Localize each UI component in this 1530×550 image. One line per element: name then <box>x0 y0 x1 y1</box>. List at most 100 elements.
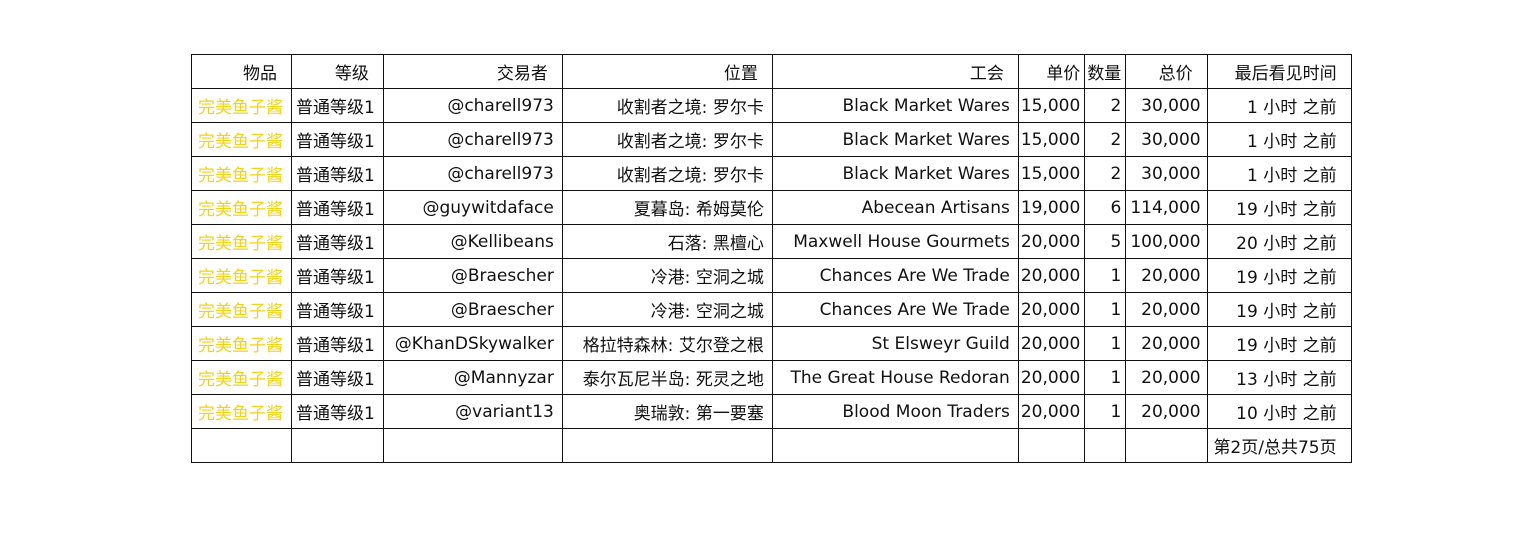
trader-cell[interactable]: @Braescher <box>382 258 563 293</box>
total-price-cell: 20,000 <box>1125 394 1208 429</box>
last-seen-cell: 19 小时 之前 <box>1206 190 1352 225</box>
total-price-cell: 20,000 <box>1125 292 1208 327</box>
item-name-cell[interactable]: 完美鱼子酱 <box>191 292 292 327</box>
location-cell: 奥瑞敦: 第一要塞 <box>561 394 773 429</box>
quantity-cell: 1 <box>1084 394 1127 429</box>
level-cell: 普通等级1 <box>291 292 384 327</box>
header-total-price: 总价 <box>1125 54 1208 89</box>
location-cell: 泰尔瓦尼半岛: 死灵之地 <box>561 360 773 395</box>
table-row: 完美鱼子酱 普通等级1 @Braescher 冷港: 空洞之城 Chances Are … <box>191 258 1352 293</box>
guild-cell: Blood Moon Traders <box>771 394 1019 429</box>
table-row: 完美鱼子酱 普通等级1 @Braescher 冷港: 空洞之城 Chances Are … <box>191 292 1352 327</box>
item-name-cell[interactable]: 完美鱼子酱 <box>191 122 292 157</box>
trader-cell[interactable]: @Braescher <box>382 292 563 327</box>
location-cell: 冷港: 空洞之城 <box>561 292 773 327</box>
table-row: 完美鱼子酱 普通等级1 @Mannyzar 泰尔瓦尼半岛: 死灵之地 The Great… <box>191 360 1352 395</box>
unit-price-cell: 20,000 <box>1017 224 1086 259</box>
header-level: 等级 <box>291 54 384 89</box>
empty-cell <box>191 428 292 463</box>
table-row: 完美鱼子酱 普通等级1 @guywitdaface 夏暮岛: 希姆莫伦 Abecean … <box>191 190 1352 225</box>
level-cell: 普通等级1 <box>291 224 384 259</box>
guild-cell: Black Market Wares <box>771 156 1019 191</box>
trader-cell[interactable]: @charell973 <box>382 122 563 157</box>
last-seen-cell: 1 小时 之前 <box>1206 122 1352 157</box>
last-seen-cell: 1 小时 之前 <box>1206 88 1352 123</box>
item-name-cell[interactable]: 完美鱼子酱 <box>191 88 292 123</box>
level-cell: 普通等级1 <box>291 258 384 293</box>
table-body: 完美鱼子酱 普通等级1 @charell973 收割者之境: 罗尔卡 Black Mar… <box>191 88 1352 429</box>
empty-cell <box>1084 428 1127 463</box>
unit-price-cell: 20,000 <box>1017 292 1086 327</box>
location-cell: 格拉特森林: 艾尔登之根 <box>561 326 773 361</box>
item-name-cell[interactable]: 完美鱼子酱 <box>191 326 292 361</box>
unit-price-cell: 15,000 <box>1017 122 1086 157</box>
total-price-cell: 20,000 <box>1125 326 1208 361</box>
unit-price-cell: 15,000 <box>1017 88 1086 123</box>
unit-price-cell: 20,000 <box>1017 326 1086 361</box>
empty-cell <box>561 428 773 463</box>
quantity-cell: 1 <box>1084 360 1127 395</box>
level-cell: 普通等级1 <box>291 88 384 123</box>
total-price-cell: 114,000 <box>1125 190 1208 225</box>
unit-price-cell: 20,000 <box>1017 258 1086 293</box>
last-seen-cell: 13 小时 之前 <box>1206 360 1352 395</box>
item-name-cell[interactable]: 完美鱼子酱 <box>191 190 292 225</box>
unit-price-cell: 20,000 <box>1017 394 1086 429</box>
header-location: 位置 <box>561 54 773 89</box>
header-trader: 交易者 <box>382 54 563 89</box>
guild-cell: St Elsweyr Guild <box>771 326 1019 361</box>
last-seen-cell: 20 小时 之前 <box>1206 224 1352 259</box>
last-seen-cell: 1 小时 之前 <box>1206 156 1352 191</box>
table-row: 完美鱼子酱 普通等级1 @Kellibeans 石落: 黑檀心 Maxwell Hous… <box>191 224 1352 259</box>
pagination-label: 第2页/总共75页 <box>1206 428 1352 463</box>
table-row: 完美鱼子酱 普通等级1 @variant13 奥瑞敦: 第一要塞 Blood Moon … <box>191 394 1352 429</box>
guild-cell: Black Market Wares <box>771 122 1019 157</box>
last-seen-cell: 19 小时 之前 <box>1206 258 1352 293</box>
empty-cell <box>291 428 384 463</box>
guild-cell: The Great House Redoran <box>771 360 1019 395</box>
location-cell: 冷港: 空洞之城 <box>561 258 773 293</box>
item-name-cell[interactable]: 完美鱼子酱 <box>191 360 292 395</box>
guild-cell: Abecean Artisans <box>771 190 1019 225</box>
empty-cell <box>1125 428 1208 463</box>
unit-price-cell: 19,000 <box>1017 190 1086 225</box>
item-name-cell[interactable]: 完美鱼子酱 <box>191 394 292 429</box>
trader-cell[interactable]: @Mannyzar <box>382 360 563 395</box>
guild-cell: Chances Are We Trade <box>771 292 1019 327</box>
item-name-cell[interactable]: 完美鱼子酱 <box>191 258 292 293</box>
empty-cell <box>382 428 563 463</box>
trader-cell[interactable]: @charell973 <box>382 156 563 191</box>
trader-cell[interactable]: @variant13 <box>382 394 563 429</box>
location-cell: 石落: 黑檀心 <box>561 224 773 259</box>
quantity-cell: 5 <box>1084 224 1127 259</box>
location-cell: 收割者之境: 罗尔卡 <box>561 88 773 123</box>
total-price-cell: 20,000 <box>1125 258 1208 293</box>
quantity-cell: 6 <box>1084 190 1127 225</box>
trader-cell[interactable]: @KhanDSkywalker <box>382 326 563 361</box>
quantity-cell: 2 <box>1084 88 1127 123</box>
header-guild: 工会 <box>771 54 1019 89</box>
trader-cell[interactable]: @Kellibeans <box>382 224 563 259</box>
quantity-cell: 1 <box>1084 258 1127 293</box>
header-unit-price: 单价 <box>1017 54 1086 89</box>
pagination-row: 第2页/总共75页 <box>191 428 1352 463</box>
last-seen-cell: 10 小时 之前 <box>1206 394 1352 429</box>
trader-cell[interactable]: @guywitdaface <box>382 190 563 225</box>
level-cell: 普通等级1 <box>291 190 384 225</box>
location-cell: 夏暮岛: 希姆莫伦 <box>561 190 773 225</box>
location-cell: 收割者之境: 罗尔卡 <box>561 122 773 157</box>
level-cell: 普通等级1 <box>291 122 384 157</box>
table-row: 完美鱼子酱 普通等级1 @charell973 收割者之境: 罗尔卡 Black Mar… <box>191 88 1352 123</box>
unit-price-cell: 15,000 <box>1017 156 1086 191</box>
level-cell: 普通等级1 <box>291 326 384 361</box>
table-row: 完美鱼子酱 普通等级1 @charell973 收割者之境: 罗尔卡 Black Mar… <box>191 156 1352 191</box>
level-cell: 普通等级1 <box>291 360 384 395</box>
quantity-cell: 2 <box>1084 122 1127 157</box>
item-name-cell[interactable]: 完美鱼子酱 <box>191 224 292 259</box>
quantity-cell: 2 <box>1084 156 1127 191</box>
last-seen-cell: 19 小时 之前 <box>1206 326 1352 361</box>
item-name-cell[interactable]: 完美鱼子酱 <box>191 156 292 191</box>
last-seen-cell: 19 小时 之前 <box>1206 292 1352 327</box>
trader-cell[interactable]: @charell973 <box>382 88 563 123</box>
quantity-cell: 1 <box>1084 292 1127 327</box>
